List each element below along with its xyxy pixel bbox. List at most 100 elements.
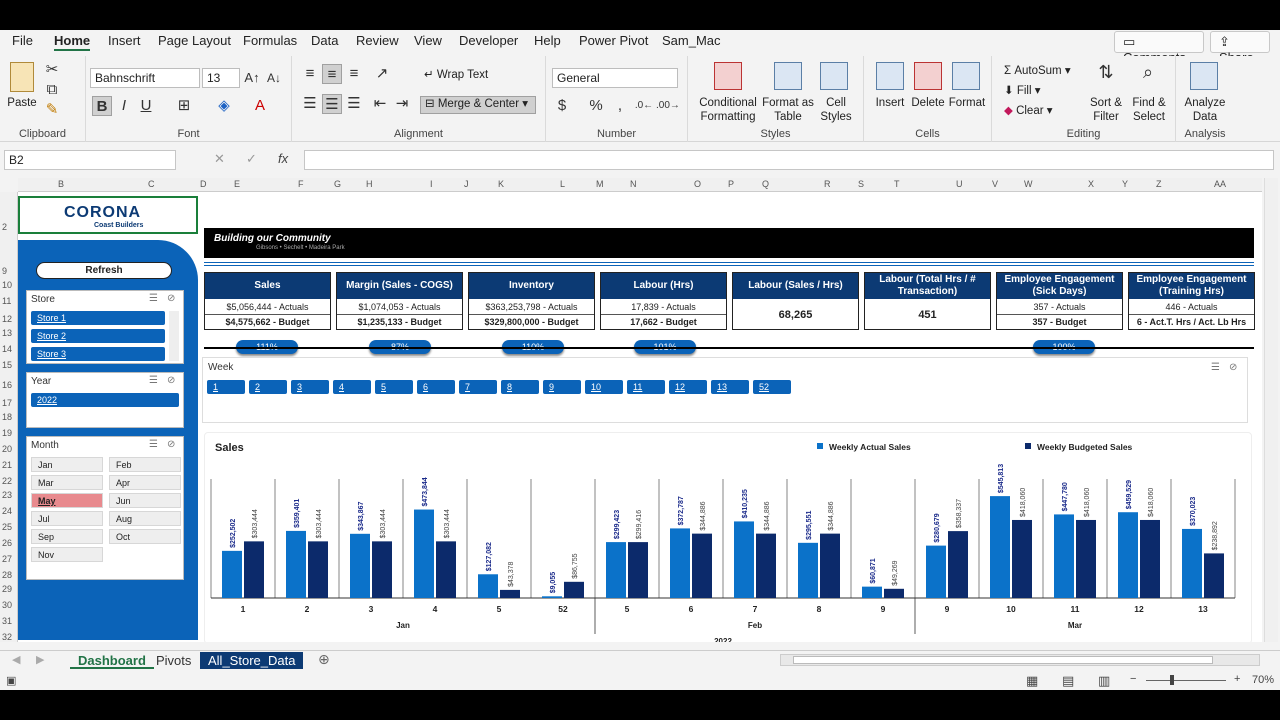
font-size-box[interactable]: 13 <box>202 68 240 88</box>
multi-select-icon[interactable]: ☰ <box>149 293 158 304</box>
week-item-3[interactable]: 3 <box>291 380 329 394</box>
zoom-in-icon[interactable]: + <box>1234 673 1240 685</box>
menu-developer[interactable]: Developer <box>459 33 518 48</box>
share-button[interactable]: ⇪ Share <box>1210 31 1270 65</box>
week-item-13[interactable]: 13 <box>711 380 749 394</box>
store-item[interactable]: Store 2 <box>31 329 165 343</box>
font-color-icon[interactable]: A <box>250 96 270 116</box>
week-item-9[interactable]: 9 <box>543 380 581 394</box>
insert-cells-button[interactable]: Insert <box>872 96 908 110</box>
comments-button[interactable]: ▭ Comments <box>1114 31 1204 65</box>
find-select-button[interactable]: Find & Select <box>1128 96 1170 124</box>
week-item-12[interactable]: 12 <box>669 380 707 394</box>
borders-icon[interactable]: ⊞ <box>174 96 194 116</box>
week-item-7[interactable]: 7 <box>459 380 497 394</box>
month-item-jul[interactable]: Jul <box>31 511 103 526</box>
decrease-indent-icon[interactable]: ⇤ <box>370 94 390 114</box>
normal-view-icon[interactable]: ▦ <box>1026 673 1038 689</box>
clear-filter-icon[interactable]: ⊘ <box>167 439 175 450</box>
month-item-may[interactable]: May <box>31 493 103 508</box>
month-item-nov[interactable]: Nov <box>31 547 103 562</box>
page-break-view-icon[interactable]: ▥ <box>1098 673 1110 689</box>
column-header[interactable]: W <box>1024 179 1033 189</box>
row-header[interactable]: 12 <box>2 314 12 324</box>
row-header[interactable]: 23 <box>2 490 12 500</box>
conditional-formatting-button[interactable]: Conditional Formatting <box>690 96 766 124</box>
month-item-feb[interactable]: Feb <box>109 457 181 472</box>
month-item-aug[interactable]: Aug <box>109 511 181 526</box>
column-header[interactable]: T <box>894 179 900 189</box>
enter-icon[interactable]: ✓ <box>246 151 257 167</box>
store-slicer-scrollbar[interactable] <box>169 311 179 361</box>
analyze-data-button[interactable]: Analyze Data <box>1182 96 1228 124</box>
formula-input[interactable] <box>304 150 1274 170</box>
row-header[interactable]: 19 <box>2 428 12 438</box>
decrease-font-icon[interactable]: A↓ <box>264 68 284 88</box>
row-header[interactable]: 10 <box>2 280 12 290</box>
month-item-oct[interactable]: Oct <box>109 529 181 544</box>
increase-indent-icon[interactable]: ⇥ <box>392 94 412 114</box>
column-header[interactable]: F <box>298 179 304 189</box>
align-middle-icon[interactable]: ≡ <box>322 64 342 84</box>
copy-icon[interactable]: ⧉ <box>42 80 62 100</box>
bold-icon[interactable]: B <box>92 96 112 116</box>
column-header[interactable]: D <box>200 179 207 189</box>
row-header[interactable]: 27 <box>2 554 12 564</box>
menu-file[interactable]: File <box>12 33 33 48</box>
row-header[interactable]: 24 <box>2 506 12 516</box>
column-header[interactable]: B <box>58 179 64 189</box>
column-header[interactable]: N <box>630 179 637 189</box>
column-header[interactable]: P <box>728 179 734 189</box>
row-header[interactable]: 32 <box>2 632 12 642</box>
clear-filter-icon[interactable]: ⊘ <box>1229 362 1237 373</box>
column-header[interactable]: V <box>992 179 998 189</box>
tab-dashboard[interactable]: Dashboard <box>70 652 154 669</box>
year-item[interactable]: 2022 <box>31 393 179 407</box>
clear-filter-icon[interactable]: ⊘ <box>167 375 175 386</box>
row-header[interactable]: 20 <box>2 444 12 454</box>
menu-help[interactable]: Help <box>534 33 561 48</box>
orientation-icon[interactable]: ↗ <box>372 64 392 84</box>
cell-styles-button[interactable]: Cell Styles <box>816 96 856 124</box>
row-header[interactable]: 21 <box>2 460 12 470</box>
tab-all-store-data[interactable]: All_Store_Data <box>200 652 304 669</box>
zoom-slider[interactable] <box>1146 680 1226 681</box>
row-header[interactable]: 13 <box>2 328 12 338</box>
multi-select-icon[interactable]: ☰ <box>149 439 158 450</box>
month-item-mar[interactable]: Mar <box>31 475 103 490</box>
column-header[interactable]: J <box>464 179 469 189</box>
align-right-icon[interactable]: ☰ <box>344 94 364 114</box>
align-left-icon[interactable]: ☰ <box>300 94 320 114</box>
month-item-apr[interactable]: Apr <box>109 475 181 490</box>
column-header[interactable]: G <box>334 179 341 189</box>
column-header[interactable]: L <box>560 179 565 189</box>
refresh-button[interactable]: Refresh <box>36 262 172 279</box>
horizontal-scrollbar[interactable] <box>780 654 1260 666</box>
italic-icon[interactable]: I <box>114 96 134 116</box>
tab-pivots[interactable]: Pivots <box>148 652 199 669</box>
fill-button[interactable]: ⬇ Fill ▾ <box>1004 84 1064 98</box>
week-item-4[interactable]: 4 <box>333 380 371 394</box>
zoom-out-icon[interactable]: − <box>1130 673 1136 685</box>
week-item-8[interactable]: 8 <box>501 380 539 394</box>
cut-icon[interactable]: ✂ <box>42 60 62 80</box>
wrap-text-button[interactable]: ↵ Wrap Text <box>424 68 504 82</box>
column-header[interactable]: C <box>148 179 155 189</box>
row-header[interactable]: 28 <box>2 570 12 580</box>
percent-icon[interactable]: % <box>586 96 606 116</box>
clear-filter-icon[interactable]: ⊘ <box>167 293 175 304</box>
page-layout-view-icon[interactable]: ▤ <box>1062 673 1074 689</box>
delete-cells-button[interactable]: Delete <box>910 96 946 110</box>
menu-formulas[interactable]: Formulas <box>243 33 297 48</box>
zoom-slider-thumb[interactable] <box>1170 675 1174 685</box>
clear-button[interactable]: ◆ Clear ▾ <box>1004 104 1064 118</box>
multi-select-icon[interactable]: ☰ <box>149 375 158 386</box>
column-header[interactable]: Q <box>762 179 769 189</box>
row-header[interactable]: 17 <box>2 398 12 408</box>
week-item-11[interactable]: 11 <box>627 380 665 394</box>
tab-next-icon[interactable]: ▶ <box>36 653 44 666</box>
align-bottom-icon[interactable]: ≡ <box>344 64 364 84</box>
menu-page-layout[interactable]: Page Layout <box>158 33 231 48</box>
menu-data[interactable]: Data <box>311 33 338 48</box>
column-header[interactable]: E <box>234 179 240 189</box>
